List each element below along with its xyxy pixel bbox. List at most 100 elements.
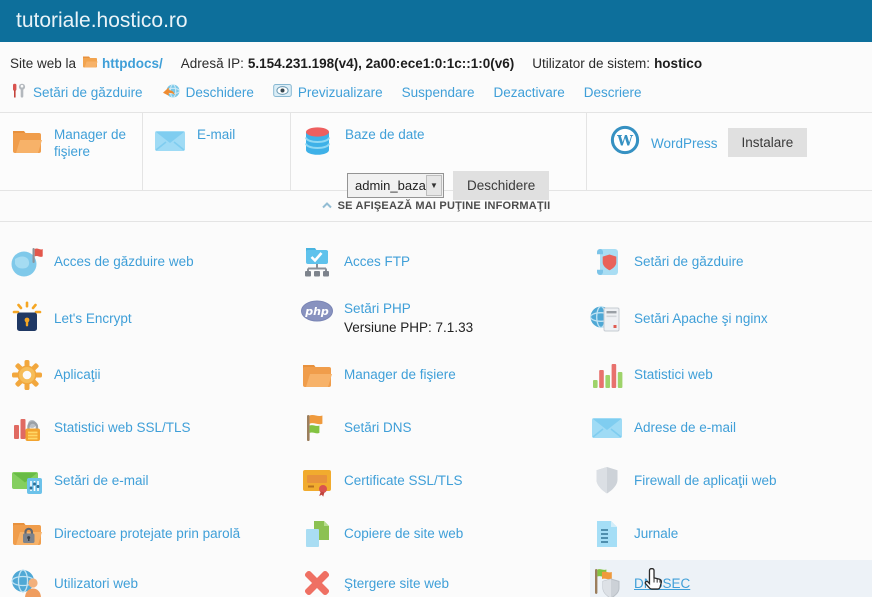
stats-lock-icon — [10, 411, 44, 445]
toolbar-item-label: Setări de găzduire — [33, 85, 143, 100]
gear-icon — [10, 358, 44, 392]
grid-item-ssl-certificates[interactable]: Certificate SSL/TLS — [300, 454, 590, 507]
wordpress-icon: W — [609, 124, 641, 161]
certificate-icon — [300, 464, 334, 498]
grid-item-label: Acces de găzduire web — [54, 254, 194, 269]
tools-icon — [10, 83, 27, 102]
grid-item-web-users[interactable]: Utilizatori web — [10, 560, 300, 597]
mail-settings-icon — [10, 464, 44, 498]
grid-item-label: Manager de fişiere — [344, 367, 456, 382]
folder-icon — [300, 358, 334, 392]
quick-access-row: Manager de fişiere E-mail Baze de date a… — [0, 112, 872, 191]
tools-grid: Acces de găzduire web Let's Encrypt Apli… — [0, 222, 872, 597]
grid-item-mail-addresses[interactable]: Adrese de e-mail — [590, 401, 872, 454]
grid-item-label: Certificate SSL/TLS — [344, 473, 463, 488]
grid-item-logs[interactable]: Jurnale — [590, 507, 872, 560]
domain-toolbar: Setări de găzduire Deschidere Previzuali… — [0, 71, 872, 102]
quick-email-link[interactable]: E-mail — [197, 124, 235, 143]
delete-x-icon — [300, 566, 334, 597]
logs-icon — [590, 517, 624, 551]
database-icon — [301, 124, 335, 163]
grid-item-label: Let's Encrypt — [54, 311, 132, 326]
grid-item-label: Jurnale — [634, 526, 678, 541]
toolbar-item-label: Deschidere — [186, 85, 254, 100]
database-select[interactable]: admin_baza ▼ — [347, 173, 444, 198]
grid-item-label: Ştergere site web — [344, 576, 449, 591]
chevron-up-icon — [322, 200, 332, 212]
quick-databases-link[interactable]: Baze de date — [345, 124, 425, 143]
dnssec-icon — [590, 566, 624, 597]
grid-item-label: Statistici web SSL/TLS — [54, 420, 191, 435]
toolbar-item-label: Descriere — [584, 85, 642, 100]
grid-item-label: Firewall de aplicaţii web — [634, 473, 777, 488]
description-action[interactable]: Descriere — [584, 85, 642, 100]
lets-encrypt-lock-icon — [10, 301, 44, 335]
grid-item-label: Setări de e-mail — [54, 473, 149, 488]
grid-item-file-manager[interactable]: Manager de fişiere — [300, 348, 590, 401]
grid-item-web-statistics[interactable]: Statistici web — [590, 348, 872, 401]
grid-item-label: Setări de găzduire — [634, 254, 744, 269]
plesk-domain-page: tutoriale.hostico.ro Site web la httpdoc… — [0, 0, 872, 597]
grid-item-mail-settings[interactable]: Setări de e-mail — [10, 454, 300, 507]
ip-value: 5.154.231.198(v4), 2a00:ece1:0:1c::1:0(v… — [248, 56, 514, 71]
system-user-label: Utilizator de sistem: — [532, 56, 650, 71]
install-wordpress-button[interactable]: Instalare — [728, 128, 808, 157]
suspend-action[interactable]: Suspendare — [402, 85, 475, 100]
toolbar-item-label: Suspendare — [402, 85, 475, 100]
eye-icon — [273, 83, 292, 101]
site-location-label: Site web la — [10, 56, 76, 71]
folder-lock-icon — [10, 517, 44, 551]
grid-item-website-copying[interactable]: Copiere de site web — [300, 507, 590, 560]
system-user-value: hostico — [654, 56, 702, 71]
quick-email-cell: E-mail — [143, 113, 291, 190]
grid-item-web-stats-ssl[interactable]: Statistici web SSL/TLS — [10, 401, 300, 454]
open-site-action[interactable]: Deschidere — [162, 82, 254, 102]
database-select-value: admin_baza — [348, 178, 426, 193]
grid-item-hosting-settings[interactable]: Setări de găzduire — [590, 235, 872, 288]
httpdocs-link[interactable]: httpdocs/ — [102, 56, 163, 71]
quick-file-manager-cell: Manager de fişiere — [0, 113, 143, 190]
folder-icon — [10, 124, 44, 163]
grid-item-label: Setări DNS — [344, 420, 412, 435]
grid-item-label: Acces FTP — [344, 254, 410, 269]
open-database-button[interactable]: Deschidere — [453, 171, 549, 200]
grid-item-label: Setări Apache şi nginx — [634, 311, 768, 326]
site-infobar: Site web la httpdocs/ Adresă IP: 5.154.2… — [0, 42, 872, 71]
grid-item-protected-directories[interactable]: Directoare protejate prin parolă — [10, 507, 300, 560]
grid-item-dnssec[interactable]: DNSSEC — [590, 560, 872, 597]
envelope-icon — [153, 124, 187, 163]
folder-small-icon — [82, 55, 98, 71]
grid-item-label: Statistici web — [634, 367, 713, 382]
hosting-settings-action[interactable]: Setări de găzduire — [10, 83, 143, 102]
deactivate-action[interactable]: Dezactivare — [493, 85, 564, 100]
php-version-text: Versiune PHP: 7.1.33 — [344, 320, 473, 335]
apache-nginx-icon — [590, 301, 624, 335]
grid-item-dns-settings[interactable]: Setări DNS — [300, 401, 590, 454]
grid-item-ftp-access[interactable]: Acces FTP — [300, 235, 590, 288]
toolbar-item-label: Previzualizare — [298, 85, 383, 100]
grid-item-applications[interactable]: Aplicaţii — [10, 348, 300, 401]
envelope-icon — [590, 411, 624, 445]
ftp-folder-icon — [300, 245, 334, 279]
quick-file-manager-link[interactable]: Manager de fişiere — [54, 124, 136, 160]
svg-text:php: php — [304, 305, 329, 318]
copy-pages-icon — [300, 517, 334, 551]
grid-item-waf[interactable]: Firewall de aplicaţii web — [590, 454, 872, 507]
hosting-scroll-shield-icon — [590, 245, 624, 279]
page-title: tutoriale.hostico.ro — [0, 0, 872, 42]
globe-flag-icon — [10, 245, 44, 279]
grid-item-label: Utilizatori web — [54, 576, 138, 591]
grid-item-remove-website[interactable]: Ştergere site web — [300, 560, 590, 597]
grid-item-label: Setări PHP — [344, 301, 473, 316]
quick-wordpress-link[interactable]: WordPress — [651, 133, 718, 152]
grid-item-web-hosting-access[interactable]: Acces de găzduire web — [10, 235, 300, 288]
toolbar-item-label: Dezactivare — [493, 85, 564, 100]
grid-item-lets-encrypt[interactable]: Let's Encrypt — [10, 288, 300, 348]
grid-item-label: Copiere de site web — [344, 526, 463, 541]
grid-item-php-settings[interactable]: php Setări PHP Versiune PHP: 7.1.33 — [300, 288, 590, 348]
quick-databases-cell: Baze de date admin_baza ▼ Deschidere — [291, 113, 587, 190]
grid-item-apache-nginx[interactable]: Setări Apache şi nginx — [590, 288, 872, 348]
grid-item-label: Aplicaţii — [54, 367, 101, 382]
preview-action[interactable]: Previzualizare — [273, 83, 383, 101]
globe-arrow-icon — [162, 82, 180, 102]
